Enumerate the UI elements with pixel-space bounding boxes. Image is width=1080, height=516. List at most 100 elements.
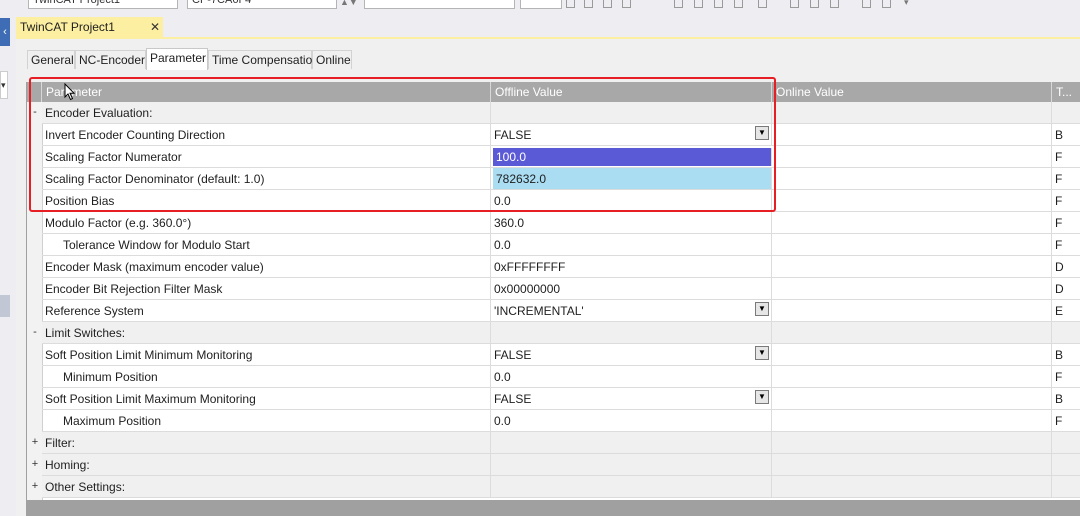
type-cell: F (1052, 366, 1080, 387)
dropdown-arrow-icon[interactable]: ▼ (755, 346, 769, 360)
dock-tab[interactable]: ▾ (0, 71, 8, 99)
expand-toggle[interactable]: + (30, 432, 40, 453)
table-row[interactable]: Scaling Factor Numerator 100.0 F (42, 146, 1080, 168)
offline-value: FALSE (494, 128, 532, 142)
online-value (772, 366, 1052, 387)
tab-nc-encoder[interactable]: NC-Encoder (75, 50, 146, 69)
table-row[interactable]: Minimum Position 0.0 F (42, 366, 1080, 388)
table-row[interactable]: Position Bias 0.0 F (42, 190, 1080, 212)
online-value (772, 300, 1052, 321)
online-value (772, 432, 1052, 453)
toolbar-button-icon[interactable] (734, 0, 743, 8)
toolbar-button-icon[interactable] (862, 0, 871, 8)
online-value (772, 278, 1052, 299)
table-row[interactable]: Reference System 'INCREMENTAL' ▼ E (42, 300, 1080, 322)
tab-parameter[interactable]: Parameter (146, 48, 208, 70)
parameter-name: Soft Position Limit Maximum Monitoring (42, 388, 491, 409)
parameter-name: Soft Position Limit Minimum Monitoring (42, 344, 491, 365)
online-value (772, 388, 1052, 409)
type-cell (1052, 454, 1080, 475)
offline-value[interactable]: 360.0 (491, 212, 772, 233)
grid-empty-area (27, 500, 1080, 516)
toolbar-button-icon[interactable] (758, 0, 767, 8)
offline-value-input[interactable]: 782632.0 (493, 168, 772, 189)
toolbar-button-icon[interactable] (882, 0, 891, 8)
table-row[interactable]: Invert Encoder Counting Direction FALSE … (42, 124, 1080, 146)
solution-configuration-dropdown[interactable]: TwinCAT Project1 (28, 0, 178, 9)
table-row[interactable]: Encoder Mask (maximum encoder value) 0xF… (42, 256, 1080, 278)
offline-value[interactable]: 0.0 (491, 234, 772, 255)
tab-time-compensation[interactable]: Time Compensation (208, 50, 319, 69)
document-tab[interactable]: TwinCAT Project1 ✕ (16, 17, 163, 37)
column-header-offline-value[interactable]: Offline Value (491, 82, 772, 102)
parameter-name: Invert Encoder Counting Direction (42, 124, 491, 145)
toolbar-button-icon[interactable] (584, 0, 593, 8)
collapse-panel-icon[interactable]: ‹ (0, 18, 10, 46)
toolbar-button-icon[interactable] (714, 0, 723, 8)
column-header-parameter[interactable]: Parameter (42, 82, 491, 102)
table-row[interactable]: Encoder Bit Rejection Filter Mask 0x0000… (42, 278, 1080, 300)
grid-group-row-homing[interactable]: + Homing: (32, 454, 1080, 476)
offline-value[interactable]: 0.0 (491, 366, 772, 387)
offline-value-dropdown[interactable]: FALSE ▼ (491, 124, 772, 145)
type-cell: F (1052, 234, 1080, 255)
table-row[interactable]: Maximum Position 0.0 F (42, 410, 1080, 432)
tab-general[interactable]: General (27, 50, 75, 69)
parameter-name: Encoder Evaluation: (42, 102, 491, 123)
toolbar-search-box[interactable] (364, 0, 515, 9)
table-row[interactable]: Soft Position Limit Minimum Monitoring F… (42, 344, 1080, 366)
toolbar-button-icon[interactable] (674, 0, 683, 8)
dropdown-arrows-icon[interactable]: ▲▼ (340, 0, 358, 7)
toolbar-small-box[interactable] (520, 0, 562, 9)
offline-value[interactable]: 0.0 (491, 410, 772, 431)
column-header-type[interactable]: T... (1052, 82, 1080, 102)
table-row[interactable]: Tolerance Window for Modulo Start 0.0 F (42, 234, 1080, 256)
dropdown-arrow-icon[interactable]: ▼ (755, 126, 769, 140)
offline-value[interactable]: 0xFFFFFFFF (491, 256, 772, 277)
type-cell (1052, 476, 1080, 497)
offline-value-dropdown[interactable]: 'INCREMENTAL' ▼ (491, 300, 772, 321)
offline-value (491, 102, 772, 123)
expand-toggle[interactable]: + (30, 476, 40, 497)
parameter-name: Encoder Bit Rejection Filter Mask (42, 278, 491, 299)
table-row[interactable]: Soft Position Limit Maximum Monitoring F… (42, 388, 1080, 410)
grid-group-row-filter[interactable]: + Filter: (32, 432, 1080, 454)
table-row[interactable]: Scaling Factor Denominator (default: 1.0… (42, 168, 1080, 190)
table-row[interactable]: Modulo Factor (e.g. 360.0°) 360.0 F (42, 212, 1080, 234)
toolbar-button-icon[interactable] (566, 0, 575, 8)
toolbar-overflow-icon[interactable]: ▾ (904, 0, 909, 7)
dropdown-arrow-icon[interactable]: ▼ (755, 302, 769, 316)
column-header-online-value[interactable]: Online Value (772, 82, 1052, 102)
grid-group-row-other-settings[interactable]: + Other Settings: (32, 476, 1080, 498)
collapse-toggle[interactable]: - (30, 102, 40, 123)
type-cell: F (1052, 190, 1080, 211)
toolbar-button-icon[interactable] (622, 0, 631, 8)
type-cell (1052, 432, 1080, 453)
expand-toggle[interactable]: + (30, 454, 40, 475)
toolbar-button-icon[interactable] (694, 0, 703, 8)
grid-group-row-encoder-evaluation[interactable]: - Encoder Evaluation: (33, 102, 1080, 124)
offline-value-dropdown[interactable]: FALSE ▼ (491, 344, 772, 365)
left-dock-strip: ‹ ▾ (0, 9, 10, 516)
toolbar-button-icon[interactable] (830, 0, 839, 8)
toolbar-button-icon[interactable] (790, 0, 799, 8)
grid-group-row-limit-switches[interactable]: - Limit Switches: (33, 322, 1080, 344)
collapse-toggle[interactable]: - (30, 322, 40, 343)
toolbar-button-icon[interactable] (603, 0, 612, 8)
online-value (772, 454, 1052, 475)
parameter-name: Reference System (42, 300, 491, 321)
tab-online[interactable]: Online (312, 50, 352, 69)
dock-tab-selected[interactable] (0, 295, 10, 317)
offline-value: FALSE (494, 348, 532, 362)
offline-value-dropdown[interactable]: FALSE ▼ (491, 388, 772, 409)
parameter-grid: Parameter Offline Value Online Value T..… (26, 82, 1080, 516)
offline-value[interactable]: 0x00000000 (491, 278, 772, 299)
target-system-dropdown[interactable]: CP-7CA6F4 (187, 0, 337, 9)
offline-value-input[interactable]: 100.0 (493, 148, 772, 166)
toolbar-button-icon[interactable] (810, 0, 819, 8)
type-cell (1052, 322, 1080, 343)
dropdown-arrow-icon[interactable]: ▼ (755, 390, 769, 404)
close-icon[interactable]: ✕ (150, 17, 160, 37)
offline-value[interactable]: 0.0 (491, 190, 772, 211)
type-cell: F (1052, 168, 1080, 189)
